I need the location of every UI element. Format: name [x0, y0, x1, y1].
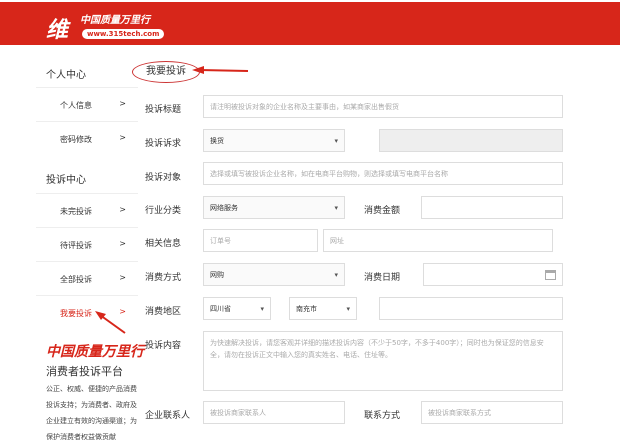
contact-method-label: 联系方式 — [364, 411, 401, 421]
label: 个人信息 — [60, 101, 92, 110]
label: 密码修改 — [60, 135, 92, 144]
target-input[interactable]: 选择或填写被投诉企业名称，如在电商平台购物，则选择或填写电商平台名称 — [203, 162, 563, 185]
platform-description: 公正、权威、便捷的产品消费投诉支持；为消费者、政府及企业建立有效的沟通渠道；为保… — [46, 385, 137, 441]
header: 维 中国质量万里行 www.315tech.com — [0, 2, 620, 45]
chevron-right-icon: > — [119, 205, 126, 214]
contact-method-input[interactable]: 被投诉商家联系方式 — [421, 401, 563, 424]
related-label: 相关信息 — [145, 239, 182, 249]
sidebar-item-submit[interactable]: 我要投诉 > — [36, 295, 138, 329]
sidebar-section-personal: 个人中心 — [46, 70, 86, 81]
chevron-right-icon: > — [119, 273, 126, 282]
content-textarea[interactable]: 为快速解决投诉，请您客观并详细的描述投诉内容（不少于50字，不多于400字）；同… — [203, 331, 563, 391]
url-input[interactable]: 网址 — [323, 229, 553, 252]
sidebar-item-all[interactable]: 全部投诉 > — [36, 261, 138, 295]
logo-brand: 中国质量万里行 — [80, 15, 150, 26]
sidebar-section-complaints: 投诉中心 — [46, 175, 86, 186]
chevron-right-icon: > — [119, 307, 126, 316]
address-input[interactable] — [379, 297, 563, 320]
sidebar-item-password[interactable]: 密码修改 > — [36, 121, 138, 155]
label: 待评投诉 — [60, 241, 92, 250]
sidebar-item-unfinished[interactable]: 未完投诉 > — [36, 193, 138, 227]
sidebar-item-profile[interactable]: 个人信息 > — [36, 87, 138, 121]
label: 未完投诉 — [60, 207, 92, 216]
contact-label: 企业联系人 — [145, 411, 191, 421]
label: 我要投诉 — [60, 309, 92, 318]
province-select[interactable]: 四川省 — [203, 297, 271, 320]
subject-input[interactable]: 请注明被投诉对象的企业名称及主要事由，如某商家出售假货 — [203, 95, 563, 118]
logo-url: www.315tech.com — [82, 29, 165, 39]
logo-char: 维 — [46, 17, 69, 43]
city-select[interactable]: 南充市 — [289, 297, 357, 320]
region-label: 消费地区 — [145, 307, 182, 317]
amount-input[interactable] — [421, 196, 563, 219]
subject-label: 投诉标题 — [145, 105, 182, 115]
demand-detail-input — [379, 129, 563, 152]
industry-select[interactable]: 网络服务 — [203, 196, 345, 219]
sidebar-item-pending-review[interactable]: 待评投诉 > — [36, 227, 138, 261]
industry-label: 行业分类 — [145, 206, 182, 216]
label: 全部投诉 — [60, 275, 92, 284]
demand-label: 投诉诉求 — [145, 139, 182, 149]
method-label: 消费方式 — [145, 273, 182, 283]
chevron-right-icon: > — [119, 239, 126, 248]
amount-label: 消费金额 — [364, 206, 401, 216]
chevron-right-icon: > — [119, 99, 126, 108]
order-input[interactable]: 订单号 — [203, 229, 318, 252]
calendar-icon[interactable] — [545, 269, 556, 280]
method-select[interactable]: 网购 — [203, 263, 345, 286]
page-title: 我要投诉 — [132, 61, 200, 83]
date-input[interactable] — [423, 263, 563, 286]
platform-title: 消费者投诉平台 — [46, 365, 123, 378]
chevron-right-icon: > — [119, 133, 126, 142]
demand-select[interactable]: 换货 — [203, 129, 345, 152]
target-label: 投诉对象 — [145, 173, 182, 183]
brand-logo-text: 中国质量万里行 — [46, 344, 144, 360]
contact-input[interactable]: 被投诉商家联系人 — [203, 401, 345, 424]
date-label: 消费日期 — [364, 273, 401, 283]
content-label: 投诉内容 — [145, 341, 182, 351]
